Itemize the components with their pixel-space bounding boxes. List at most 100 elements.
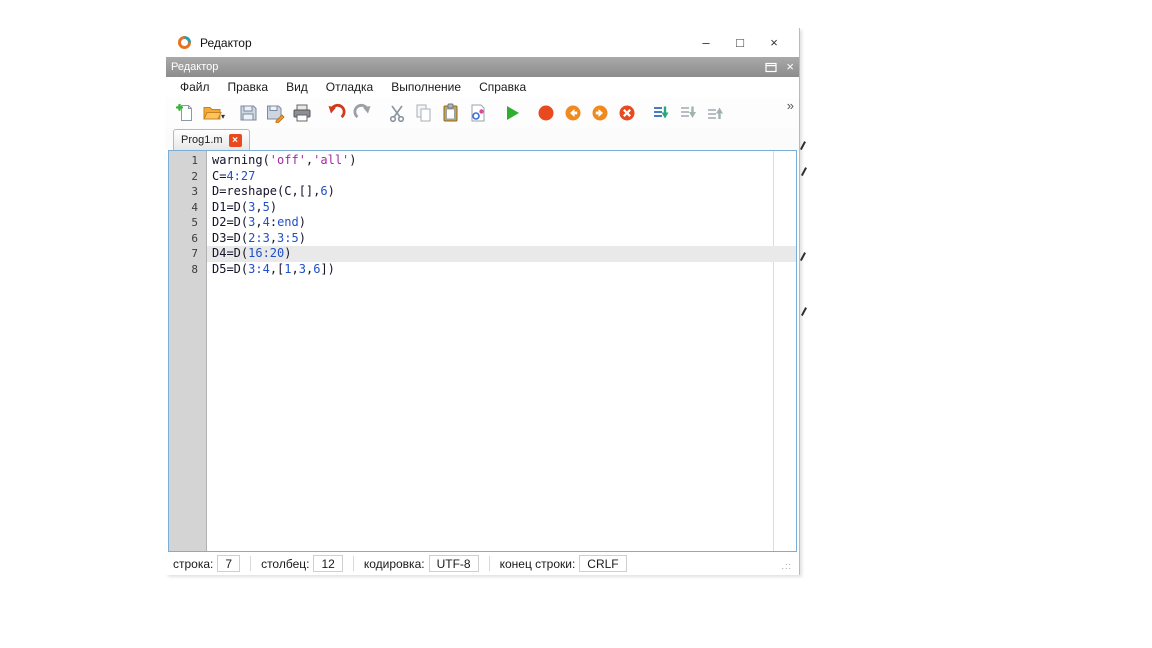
- menu-bar: Файл Правка Вид Отладка Выполнение Справ…: [166, 77, 799, 98]
- status-eol-label: конец строки:: [500, 557, 576, 571]
- menu-item-run[interactable]: Выполнение: [382, 77, 470, 98]
- editor-window: Редактор – □ × Редактор × Файл Пра: [166, 28, 800, 575]
- status-divider: [353, 556, 354, 571]
- code-token: 6: [320, 184, 327, 198]
- code-token: ,: [255, 215, 262, 229]
- status-eol-value: CRLF: [579, 555, 626, 572]
- open-folder-icon: [202, 103, 222, 123]
- close-button[interactable]: ×: [757, 28, 791, 57]
- paste-button[interactable]: [437, 100, 464, 126]
- code-line[interactable]: C=4:27: [207, 169, 796, 185]
- octave-logo-icon: [176, 34, 193, 51]
- save-as-icon: [265, 103, 285, 123]
- code-token: D1=D(: [212, 200, 248, 214]
- code-token: 1: [284, 262, 291, 276]
- undo-button[interactable]: [322, 100, 349, 126]
- undock-glyph: [765, 62, 777, 73]
- dock-close-button[interactable]: ×: [786, 57, 794, 77]
- desktop: Редактор – □ × Редактор × Файл Пра: [0, 0, 1152, 648]
- status-divider: [489, 556, 490, 571]
- undo-icon: [326, 103, 346, 123]
- status-divider: [250, 556, 251, 571]
- code-token: ]): [320, 262, 334, 276]
- code-token: :: [270, 215, 277, 229]
- tab-prog1[interactable]: Prog1.m ×: [173, 129, 250, 150]
- menu-item-view[interactable]: Вид: [277, 77, 317, 98]
- minimize-button[interactable]: –: [689, 28, 723, 57]
- code-token: C=: [212, 169, 226, 183]
- tab-label: Prog1.m: [181, 134, 223, 146]
- toolbar-overflow-button[interactable]: »: [787, 98, 794, 114]
- status-encoding-label: кодировка:: [364, 557, 425, 571]
- code-area[interactable]: warning('off','all')C=4:27D=reshape(C,[]…: [207, 151, 796, 551]
- new-file-icon: [175, 103, 195, 123]
- dock-title-bar: Редактор ×: [166, 57, 799, 77]
- new-script-button[interactable]: [171, 100, 198, 126]
- status-column-value: 12: [313, 555, 342, 572]
- print-icon: [292, 103, 312, 123]
- code-line[interactable]: D4=D(16:20): [207, 246, 796, 262]
- code-token: D5=D(: [212, 262, 248, 276]
- step-out-icon: [705, 103, 725, 123]
- code-editor: 12345678 warning('off','all')C=4:27D=res…: [168, 150, 797, 552]
- resize-grip[interactable]: .::: [781, 561, 792, 571]
- copy-icon: [414, 103, 434, 123]
- maximize-button[interactable]: □: [723, 28, 757, 57]
- step-out-button[interactable]: [701, 100, 728, 126]
- remove-breakpoints-icon: [617, 103, 637, 123]
- save-button[interactable]: [234, 100, 261, 126]
- run-icon: [502, 103, 522, 123]
- tab-close-icon[interactable]: ×: [229, 134, 242, 147]
- next-breakpoint-icon: [590, 103, 610, 123]
- tab-bar: Prog1.m ×: [166, 128, 799, 150]
- menu-item-edit[interactable]: Правка: [219, 77, 278, 98]
- run-button[interactable]: [498, 100, 525, 126]
- status-bar: строка: 7 столбец: 12 кодировка: UTF-8 к…: [166, 552, 799, 575]
- code-token: 3:5: [277, 231, 299, 245]
- octave-logo-graphic: [176, 34, 193, 51]
- code-token: 5: [263, 200, 270, 214]
- paste-icon: [441, 103, 461, 123]
- code-line[interactable]: D=reshape(C,[],6): [207, 184, 796, 200]
- remove-breakpoints-button[interactable]: [613, 100, 640, 126]
- gutter: 12345678: [169, 151, 207, 551]
- code-token: 'off': [270, 153, 306, 167]
- code-token: 'all': [313, 153, 349, 167]
- menu-item-debug[interactable]: Отладка: [317, 77, 382, 98]
- code-line[interactable]: warning('off','all'): [207, 153, 796, 169]
- undock-icon[interactable]: [765, 62, 777, 73]
- status-line-label: строка:: [173, 557, 213, 571]
- print-button[interactable]: [288, 100, 315, 126]
- step-icon: [651, 103, 671, 123]
- save-as-button[interactable]: [261, 100, 288, 126]
- dock-controls: ×: [765, 57, 794, 77]
- code-token: ): [349, 153, 356, 167]
- status-column-label: столбец:: [261, 557, 309, 571]
- line-number: 5: [169, 215, 206, 231]
- code-line[interactable]: D5=D(3:4,[1,3,6]): [207, 262, 796, 278]
- menu-item-help[interactable]: Справка: [470, 77, 535, 98]
- code-line[interactable]: D3=D(2:3,3:5): [207, 231, 796, 247]
- redo-button[interactable]: [349, 100, 376, 126]
- code-line[interactable]: D2=D(3,4:end): [207, 215, 796, 231]
- step-button[interactable]: [647, 100, 674, 126]
- title-bar: Редактор – □ ×: [166, 28, 799, 57]
- toggle-breakpoint-button[interactable]: [532, 100, 559, 126]
- copy-button[interactable]: [410, 100, 437, 126]
- cut-button[interactable]: [383, 100, 410, 126]
- find-replace-button[interactable]: [464, 100, 491, 126]
- code-token: D2=D(: [212, 215, 248, 229]
- code-token: D4=D(: [212, 246, 248, 260]
- prev-breakpoint-button[interactable]: [559, 100, 586, 126]
- next-breakpoint-button[interactable]: [586, 100, 613, 126]
- step-in-button[interactable]: [674, 100, 701, 126]
- menu-item-file[interactable]: Файл: [171, 77, 219, 98]
- code-token: D3=D(: [212, 231, 248, 245]
- code-token: 16:20: [248, 246, 284, 260]
- open-dropdown-icon[interactable]: ▾: [221, 112, 225, 121]
- code-line[interactable]: D1=D(3,5): [207, 200, 796, 216]
- code-token: ): [299, 231, 306, 245]
- code-token: 3: [299, 262, 306, 276]
- code-lines: warning('off','all')C=4:27D=reshape(C,[]…: [207, 153, 796, 277]
- code-token: warning(: [212, 153, 270, 167]
